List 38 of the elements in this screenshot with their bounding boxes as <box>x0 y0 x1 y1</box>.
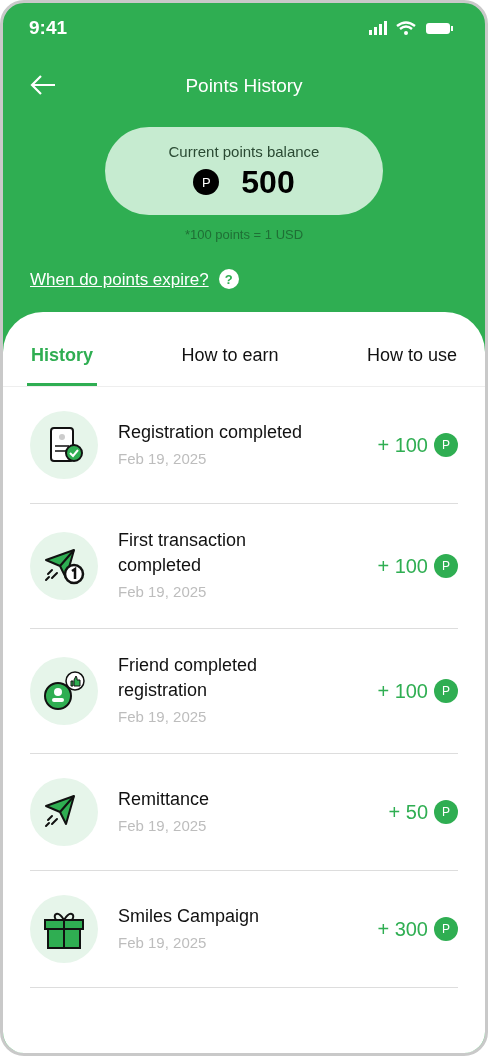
history-date: Feb 19, 2025 <box>118 707 208 727</box>
points-coin: P <box>434 800 458 824</box>
history-title: First transaction completed <box>118 529 248 577</box>
conversion-note: *100 points = 1 USD <box>184 226 304 244</box>
history-date: Feb 19, 2025 <box>118 815 208 836</box>
points-coin: P <box>434 679 458 703</box>
tab[interactable]: History <box>27 342 97 386</box>
points-earned: + 300 <box>377 917 428 942</box>
history-title: Remittance <box>118 787 211 811</box>
points-earned: + 100 <box>377 554 428 579</box>
history-date: Feb 19, 2025 <box>118 582 208 602</box>
points-coin: P <box>434 917 458 941</box>
tab[interactable]: How to earn <box>177 342 283 386</box>
page-title: Points History <box>185 73 303 98</box>
tab[interactable]: How to use <box>362 342 461 386</box>
person-thumbs-up-icon <box>42 670 86 712</box>
back-arrow-icon <box>29 73 57 97</box>
history-date: Feb 19, 2025 <box>118 932 208 953</box>
expiry-link[interactable]: When do points expire? <box>30 266 209 292</box>
points-coin: P <box>193 169 220 196</box>
paper-plane-number-icon <box>42 546 86 586</box>
points-earned: + 50 <box>388 800 428 825</box>
balance-label: Current points balance <box>168 141 320 162</box>
back-button[interactable] <box>29 73 57 97</box>
history-date: Feb 19, 2025 <box>118 448 208 469</box>
balance-value: 500 <box>241 163 295 202</box>
history-title: Friend completed registration <box>118 654 259 702</box>
battery-icon <box>426 23 453 34</box>
status-time: 9:41 <box>29 15 68 40</box>
points-coin: P <box>434 554 458 578</box>
points-earned: + 100 <box>377 433 428 458</box>
history-title: Smiles Campaign <box>118 904 261 928</box>
signal-icon <box>369 21 387 35</box>
points-coin: P <box>434 433 458 457</box>
help-icon[interactable]: ? <box>218 269 239 290</box>
history-title: Registration completed <box>118 420 304 444</box>
wifi-icon <box>395 21 417 35</box>
points-earned: + 100 <box>377 679 428 704</box>
